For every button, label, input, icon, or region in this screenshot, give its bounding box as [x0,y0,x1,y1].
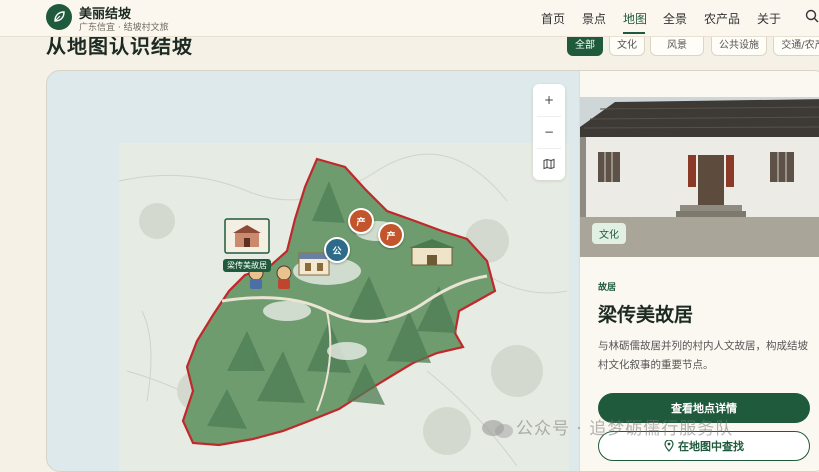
zoom-in-button[interactable]: + [533,84,565,116]
place-detail-panel: 文化 故居 梁传美故居 与林砺儒故居并列的村内人文故居，构成结坡村文化叙事的重要… [579,71,819,471]
map-icon [543,158,555,170]
watermark-text: 公众号 · 追梦砺儒行服务队 [516,419,734,439]
location-pin-icon [664,440,674,452]
place-title: 梁传美故居 [598,304,694,326]
map-controls: + − [533,84,565,180]
zoom-out-button[interactable]: − [533,116,565,148]
place-description: 与林砺儒故居并列的村内人文故居，构成结坡村文化叙事的重要节点。 [598,340,808,371]
nav-panorama[interactable]: 全景 [663,10,687,27]
logo[interactable] [46,4,72,30]
map-layers-button[interactable] [533,148,565,180]
nav-about[interactable]: 关于 [757,10,781,27]
map-card: 梁传美故居 产 产 公 + − 文化 故居 梁传美故居 与林砺儒故居并列的村内人… [46,70,819,472]
marker-label-liang-house[interactable]: 梁传美故居 [223,259,271,272]
find-on-map-label: 在地图中查找 [678,440,744,453]
leaf-icon [54,11,65,22]
search-icon[interactable] [805,9,819,23]
wechat-icon [482,420,513,438]
nav-attractions[interactable]: 景点 [582,10,606,27]
nav-home[interactable]: 首页 [541,10,565,27]
nav-map[interactable]: 地图 [623,10,647,27]
marker-public[interactable]: 公 [324,237,350,263]
building-marker [298,252,330,276]
nav-produce[interactable]: 农产品 [704,10,740,27]
place-category: 故居 [598,283,617,293]
marker-produce-1[interactable]: 产 [348,208,374,234]
active-nav-indicator [623,32,645,34]
village-map[interactable] [47,71,579,471]
top-header: 美丽结坡 广东信宜 · 结坡村文旅 首页 景点 地图 全景 农产品 关于 [0,0,819,37]
category-tag: 文化 [592,223,626,244]
brand-subtitle: 广东信宜 · 结坡村文旅 [79,23,169,33]
marker-produce-2[interactable]: 产 [378,222,404,248]
